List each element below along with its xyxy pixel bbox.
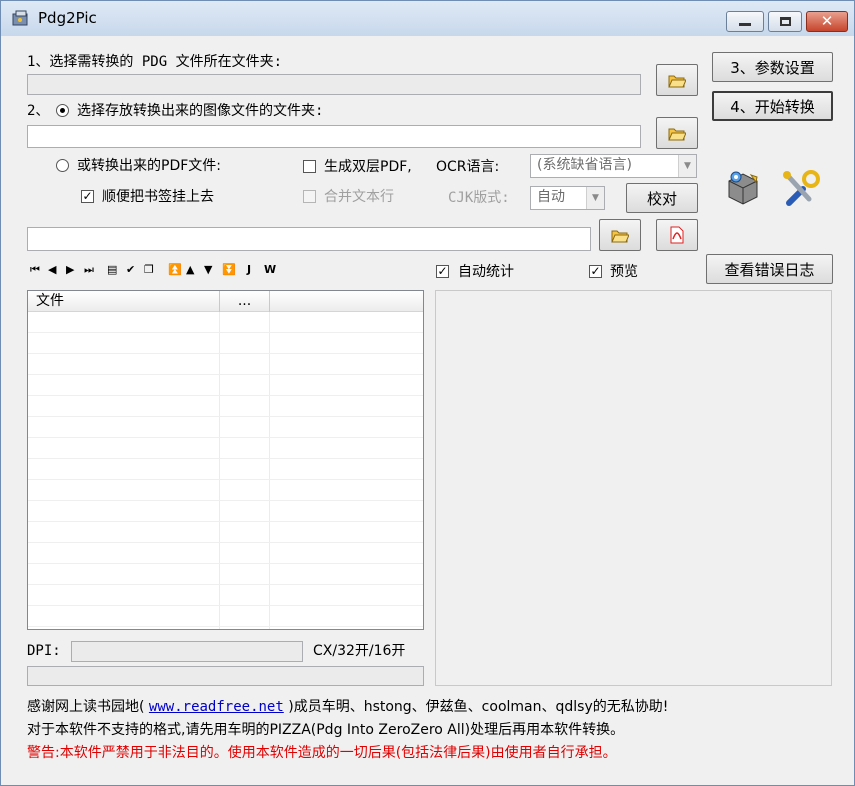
pdf-output-radio[interactable] — [56, 159, 69, 172]
move-up-icon[interactable]: ▲ — [186, 263, 194, 277]
table-row[interactable] — [28, 522, 423, 543]
tools-icon — [783, 170, 820, 206]
settings-button[interactable]: 3、参数设置 — [712, 52, 833, 82]
progress-bar — [27, 666, 424, 686]
page-icon[interactable]: ▤ — [107, 263, 117, 277]
merge-lines-checkbox[interactable] — [303, 190, 316, 203]
file-list-header: 文件 ... — [28, 291, 423, 312]
step2-prefix: 2、 — [27, 103, 50, 119]
preview-pane — [435, 290, 832, 686]
close-icon: ✕ — [820, 12, 834, 30]
pdf-icon — [670, 226, 684, 244]
table-row[interactable] — [28, 480, 423, 501]
double-layer-checkbox[interactable] — [303, 160, 316, 173]
pdf-output-label: 或转换出来的PDF文件: — [77, 158, 221, 174]
preview-label: 预览 — [610, 264, 638, 280]
preview-checkbox[interactable]: ✓ — [589, 265, 602, 278]
table-row[interactable] — [28, 396, 423, 417]
table-row[interactable] — [28, 459, 423, 480]
close-button[interactable]: ✕ — [806, 11, 848, 32]
auto-stat-checkbox[interactable]: ✓ — [436, 265, 449, 278]
thanks-text: 感谢网上读书园地( www.readfree.net )成员车明、hstong、… — [27, 698, 668, 716]
browse-source-button[interactable] — [656, 64, 698, 96]
thanks-suffix: )成员车明、hstong、伊兹鱼、coolman、qdlsy的无私协助! — [288, 699, 669, 715]
table-row[interactable] — [28, 501, 423, 522]
gear-box-icon — [728, 171, 758, 205]
prev-icon[interactable]: ◀ — [48, 263, 56, 277]
pdf-output-field[interactable] — [27, 227, 591, 251]
table-row[interactable] — [28, 312, 423, 333]
first-icon[interactable]: ⏮ — [30, 263, 40, 277]
source-folder-field[interactable] — [27, 74, 641, 95]
maximize-icon — [779, 17, 791, 26]
minimize-icon — [739, 23, 751, 26]
maximize-button[interactable] — [768, 11, 802, 32]
w-icon[interactable]: W — [264, 263, 276, 277]
check-icon[interactable]: ✔ — [126, 263, 135, 277]
dpi-label: DPI: — [27, 643, 61, 659]
ocr-language-value: (系统缺省语言) — [537, 157, 632, 173]
table-row[interactable] — [28, 564, 423, 585]
table-row[interactable] — [28, 354, 423, 375]
file-list[interactable]: 文件 ... — [27, 290, 424, 630]
table-row[interactable] — [28, 375, 423, 396]
open-pdf-button[interactable] — [656, 219, 698, 251]
table-row[interactable] — [28, 585, 423, 606]
title-bar: Pdg2Pic ✕ — [1, 1, 854, 36]
page-size-text: CX/32开/16开 — [313, 643, 406, 659]
browse-output-button[interactable] — [656, 117, 698, 149]
folder-open-icon — [611, 230, 629, 242]
table-row[interactable] — [28, 606, 423, 627]
double-layer-label: 生成双层PDF, — [324, 159, 412, 175]
dpi-field — [71, 641, 303, 662]
image-folder-radio[interactable] — [56, 104, 69, 117]
last-icon[interactable]: ⏭ — [84, 263, 94, 277]
cjk-layout-select[interactable]: 自动 ▼ — [530, 186, 605, 210]
table-row[interactable] — [28, 333, 423, 354]
move-down-icon[interactable]: ▼ — [204, 263, 212, 277]
next-icon[interactable]: ▶ — [66, 263, 74, 277]
thanks-prefix: 感谢网上读书园地( — [27, 699, 145, 715]
window-title: Pdg2Pic — [38, 9, 97, 27]
bookmark-checkbox[interactable]: ✓ — [81, 190, 94, 203]
output-folder-field[interactable] — [27, 125, 641, 148]
readfree-link[interactable]: www.readfree.net — [149, 699, 284, 715]
folder-open-icon — [668, 75, 686, 87]
chevron-down-icon: ▼ — [586, 187, 604, 209]
start-convert-button[interactable]: 4、开始转换 — [712, 91, 833, 121]
move-bottom-icon[interactable]: ⏬ — [222, 263, 236, 277]
table-row[interactable] — [28, 417, 423, 438]
ocr-language-select[interactable]: (系统缺省语言) ▼ — [530, 154, 697, 178]
j-icon[interactable]: J — [247, 263, 251, 277]
minimize-button[interactable] — [726, 11, 764, 32]
proof-button[interactable]: 校对 — [626, 183, 698, 213]
folder-open-icon — [668, 128, 686, 140]
cjk-layout-label: CJK版式: — [448, 190, 510, 206]
app-window: Pdg2Pic ✕ 1、选择需转换的 PDG 文件所在文件夹: 3、参数设置 4… — [0, 0, 855, 786]
step2-label: 选择存放转换出来的图像文件的文件夹: — [77, 103, 324, 119]
merge-lines-label: 合并文本行 — [324, 189, 394, 205]
chevron-down-icon: ▼ — [678, 155, 696, 177]
app-icon — [12, 10, 28, 26]
error-log-button[interactable]: 查看错误日志 — [706, 254, 833, 284]
legal-warning: 警告:本软件严禁用于非法目的。使用本软件造成的一切后果(包括法律后果)由使用者自… — [27, 745, 617, 761]
column-more[interactable]: ... — [220, 291, 270, 312]
column-file[interactable]: 文件 — [28, 291, 220, 312]
cjk-layout-value: 自动 — [537, 189, 565, 205]
table-row[interactable] — [28, 543, 423, 564]
step1-label: 1、选择需转换的 PDG 文件所在文件夹: — [27, 54, 283, 70]
ocr-language-label: OCR语言: — [436, 159, 500, 175]
move-top-icon[interactable]: ⏫ — [168, 263, 182, 277]
copy-icon[interactable]: ❐ — [144, 263, 154, 277]
table-row[interactable] — [28, 438, 423, 459]
bookmark-label: 顺便把书签挂上去 — [102, 189, 214, 205]
auto-stat-label: 自动统计 — [458, 264, 514, 280]
format-note: 对于本软件不支持的格式,请先用车明的PIZZA(Pdg Into ZeroZer… — [27, 722, 625, 738]
browse-pdf-button[interactable] — [599, 219, 641, 251]
